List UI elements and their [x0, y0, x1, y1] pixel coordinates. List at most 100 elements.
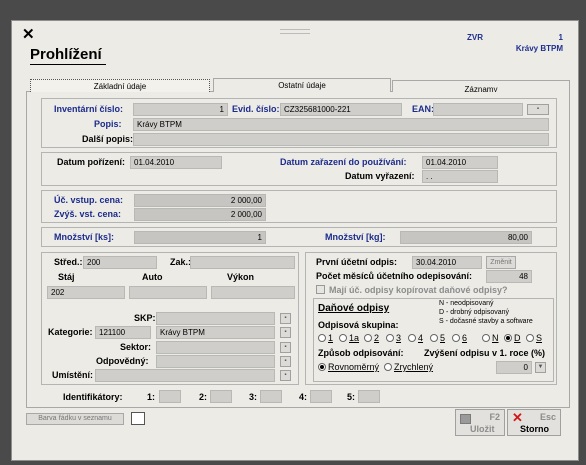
stredisko-field[interactable]: 200: [83, 256, 157, 269]
dalsi-popis-field[interactable]: [133, 133, 549, 146]
kopirovat-odpisy-checkbox[interactable]: [316, 285, 325, 294]
group-label-4: 4: [418, 333, 424, 343]
skp-label: SKP:: [134, 313, 156, 323]
kategorie-lookup-button[interactable]: ▪: [280, 327, 291, 338]
inventory-number-field[interactable]: 1: [133, 103, 228, 116]
datum-porizeni-label: Datum pořízení:: [57, 157, 126, 167]
group-radio-n[interactable]: [482, 334, 490, 342]
group-label-1a: 1a: [349, 333, 360, 343]
group-label-2: 2: [374, 333, 380, 343]
group-radio-5[interactable]: [430, 334, 438, 342]
mnozstvi-kg-label: Množství [kg]:: [325, 232, 386, 242]
staj-label: Stáj: [58, 272, 75, 282]
ean-field[interactable]: [433, 103, 523, 116]
tab-panel: Inventární číslo: 1 Evid. číslo: CZ32568…: [26, 92, 570, 408]
zmenit-button[interactable]: Změnit: [486, 256, 516, 269]
sektor-lookup-button[interactable]: ▪: [280, 342, 291, 353]
storno-shortcut: Esc: [539, 412, 556, 422]
rovnomerny-radio[interactable]: [318, 363, 326, 371]
group-radio-2[interactable]: [364, 334, 372, 342]
zpusob-odpisovani-label: Způsob odpisování:: [318, 348, 404, 358]
legend-d: D - drobný odpisovaný: [439, 309, 510, 316]
quantity-group: Množství [ks]: 1 Množství [kg]: 80,00: [41, 227, 557, 247]
vstupni-cena-label: Úč. vstup. cena:: [54, 195, 124, 205]
group-radio-d[interactable]: [504, 334, 512, 342]
sektor-field[interactable]: [156, 341, 275, 354]
zvysena-cena-field[interactable]: 2 000,00: [134, 208, 266, 221]
datum-porizeni-field[interactable]: 01.04.2010: [130, 156, 222, 169]
ident-field-2[interactable]: [210, 390, 232, 403]
ident-field-1[interactable]: [159, 390, 181, 403]
group-radio-1a[interactable]: [339, 334, 347, 342]
ident-field-3[interactable]: [260, 390, 282, 403]
storno-button[interactable]: ✕ Esc Storno: [507, 409, 561, 436]
kopirovat-odpisy-label: Mají úč. odpisy kopírovat daňové odpisy?: [329, 285, 508, 295]
legend-n: N - neodpisovaný: [439, 300, 494, 307]
vykon-label: Výkon: [227, 272, 255, 282]
odpovedny-field[interactable]: [156, 355, 275, 368]
odpovedny-label: Odpovědný:: [96, 356, 149, 366]
ident-field-5[interactable]: [358, 390, 380, 403]
odpisova-skupina-label: Odpisová skupina:: [318, 320, 399, 330]
zakazka-label: Zak.:: [170, 257, 192, 267]
zvysena-cena-label: Zvýš. vst. cena:: [54, 209, 122, 219]
prvni-odpis-label: První účetní odpis:: [316, 257, 398, 267]
skp-field[interactable]: [156, 312, 275, 325]
identification-group: Inventární číslo: 1 Evid. číslo: CZ32568…: [41, 98, 557, 148]
title-underline: [30, 64, 106, 65]
zvyseni-odpisu-field[interactable]: 0: [496, 361, 532, 374]
staj-field[interactable]: 202: [47, 286, 125, 299]
inventory-number-label: Inventární číslo:: [54, 104, 124, 114]
prvni-odpis-field[interactable]: 30.04.2010: [412, 256, 482, 269]
color-swatch[interactable]: [131, 412, 145, 425]
kategorie-code-field[interactable]: 121100: [95, 326, 151, 339]
ident-field-4[interactable]: [310, 390, 332, 403]
kategorie-label: Kategorie:: [48, 327, 93, 337]
ulozit-label: Uložit: [470, 424, 495, 434]
vykon-field[interactable]: [211, 286, 295, 299]
rovnomerny-label: Rovnoměrný: [328, 362, 380, 372]
zrychleny-radio[interactable]: [384, 363, 392, 371]
ulozit-button[interactable]: F2 Uložit: [455, 409, 505, 436]
umisteni-field[interactable]: [95, 369, 275, 382]
umisteni-lookup-button[interactable]: ▪: [280, 370, 291, 381]
datum-zarazeni-field[interactable]: 01.04.2010: [422, 156, 498, 169]
evid-number-field[interactable]: CZ325681000-221: [280, 103, 402, 116]
tab-ostatni-udaje[interactable]: Ostatní údaje: [213, 78, 391, 92]
stredisko-label: Střed.:: [54, 257, 83, 267]
popis-field[interactable]: Krávy BTPM: [133, 118, 549, 131]
ident-label-5: 5:: [347, 392, 356, 402]
umisteni-label: Umístění:: [52, 370, 94, 380]
group-radio-3[interactable]: [386, 334, 394, 342]
chevron-down-icon[interactable]: ▼: [535, 362, 546, 373]
skp-lookup-button[interactable]: ▪: [280, 313, 291, 324]
cost-center-group: Střed.: 200 Zak.: Stáj Auto Výkon 202 SK…: [41, 252, 299, 385]
kategorie-name-field[interactable]: Krávy BTPM: [156, 326, 275, 339]
ident-label-2: 2:: [199, 392, 208, 402]
ident-label-4: 4:: [299, 392, 308, 402]
pocet-mesicu-field[interactable]: 48: [486, 270, 532, 283]
danove-odpisy-box: Daňové odpisy N - neodpisovaný D - drobn…: [313, 298, 554, 382]
close-icon[interactable]: ✕: [22, 27, 35, 42]
group-radio-6[interactable]: [452, 334, 460, 342]
mnozstvi-ks-field[interactable]: 1: [134, 231, 266, 244]
page-title: Prohlížení: [30, 46, 102, 63]
barva-radku-button[interactable]: Barva řádku v seznamu: [26, 413, 124, 425]
dates-group: Datum pořízení: 01.04.2010 Datum zařazen…: [41, 152, 557, 186]
drag-grip[interactable]: [280, 29, 310, 34]
legend-s: S - dočasné stavby a software: [439, 318, 533, 325]
ean-lookup-button[interactable]: ▪: [527, 104, 549, 115]
group-radio-4[interactable]: [408, 334, 416, 342]
ident-label-3: 3:: [249, 392, 258, 402]
group-radio-1[interactable]: [318, 334, 326, 342]
vstupni-cena-field[interactable]: 2 000,00: [134, 194, 266, 207]
popis-label: Popis:: [94, 119, 122, 129]
group-label-d: D: [514, 333, 521, 343]
odpovedny-lookup-button[interactable]: ▪: [280, 356, 291, 367]
mnozstvi-kg-field[interactable]: 80,00: [400, 231, 532, 244]
datum-vyrazeni-field[interactable]: . .: [422, 170, 498, 183]
mnozstvi-ks-label: Množství [ks]:: [54, 232, 115, 242]
auto-field[interactable]: [129, 286, 207, 299]
zakazka-field[interactable]: [190, 256, 295, 269]
group-radio-s[interactable]: [526, 334, 534, 342]
